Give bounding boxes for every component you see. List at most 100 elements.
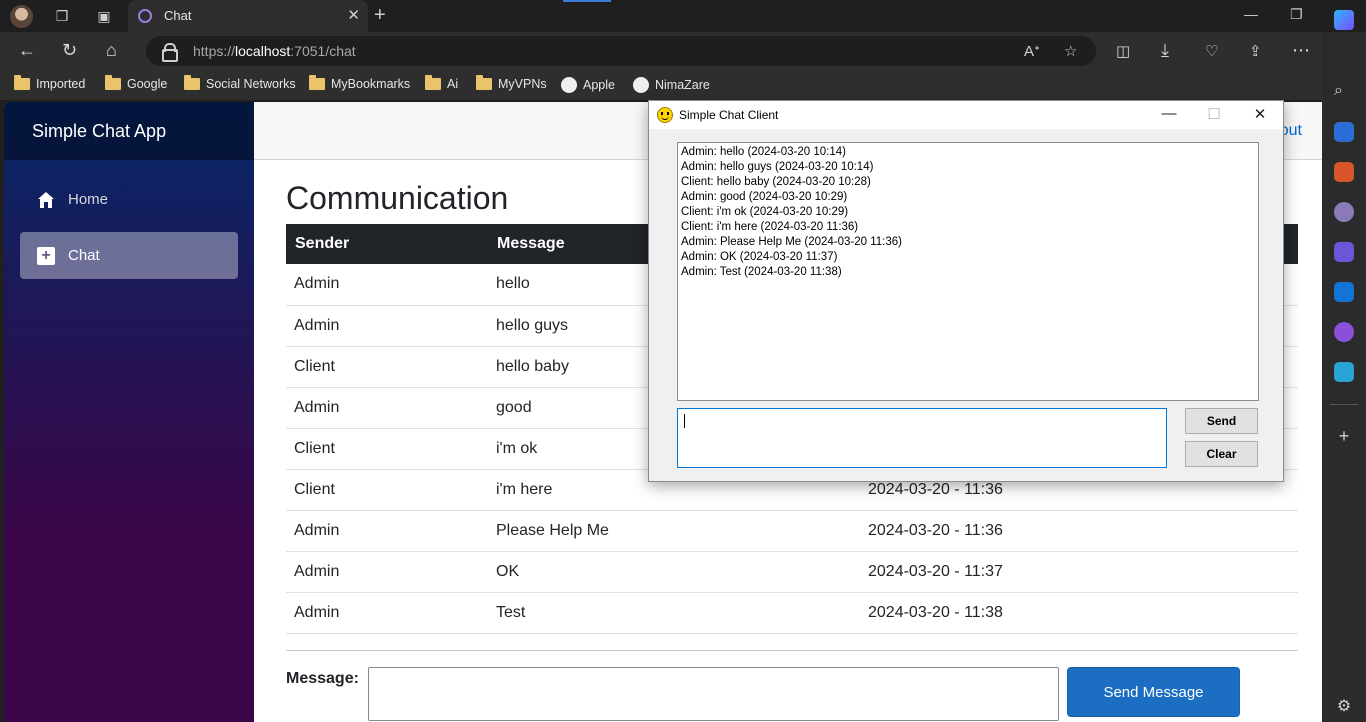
tab-chat[interactable]: Chat ✕ bbox=[128, 0, 368, 32]
clear-button[interactable]: Clear bbox=[1185, 441, 1258, 467]
dialog-titlebar[interactable]: Simple Chat Client — ☐ ✕ bbox=[649, 101, 1283, 129]
header-sender: Sender bbox=[286, 224, 488, 264]
share-icon[interactable]: ⇪ bbox=[1249, 42, 1262, 60]
list-item[interactable]: Client: i'm here (2024-03-20 11:36) bbox=[681, 220, 1255, 235]
cell-sender: Admin bbox=[286, 387, 488, 429]
cell-message: Please Help Me bbox=[488, 510, 860, 552]
dialog-maximize-icon: ☐ bbox=[1207, 106, 1221, 123]
read-aloud-icon[interactable]: Aᐩ bbox=[1024, 42, 1040, 60]
cell-sender: Admin bbox=[286, 264, 488, 306]
nav-item-chat[interactable]: + Chat bbox=[20, 232, 238, 279]
list-item[interactable]: Admin: Test (2024-03-20 11:38) bbox=[681, 265, 1255, 280]
send-button[interactable]: Send bbox=[1185, 408, 1258, 434]
list-item[interactable]: Admin: hello guys (2024-03-20 10:14) bbox=[681, 160, 1255, 175]
list-item[interactable]: Admin: OK (2024-03-20 11:37) bbox=[681, 250, 1255, 265]
bookmarks-bar: Imported Google Social Networks MyBookma… bbox=[0, 70, 1322, 100]
folder-icon bbox=[425, 75, 441, 90]
new-tab-icon[interactable]: + bbox=[374, 4, 386, 27]
dialog-minimize-icon[interactable]: — bbox=[1154, 105, 1184, 122]
tab-favicon-icon bbox=[138, 9, 152, 23]
cell-time: 2024-03-20 - 11:36 bbox=[860, 510, 1298, 552]
edge-sidebar: ⌕ + ⚙ bbox=[1322, 10, 1366, 722]
tab-close-icon[interactable]: ✕ bbox=[347, 6, 360, 24]
bookmark-nimazare[interactable]: NimaZare bbox=[633, 77, 710, 93]
dialog-close-icon[interactable]: ✕ bbox=[1245, 105, 1275, 123]
people-icon[interactable] bbox=[1334, 202, 1354, 222]
send-message-button[interactable]: Send Message bbox=[1067, 667, 1240, 717]
bookmark-imported[interactable]: Imported bbox=[14, 75, 85, 91]
lock-icon[interactable] bbox=[162, 43, 178, 62]
plus-icon: + bbox=[36, 246, 56, 266]
cell-sender: Admin bbox=[286, 551, 488, 593]
nav-item-home[interactable]: Home bbox=[20, 176, 238, 223]
favorite-star-icon[interactable]: ☆ bbox=[1064, 42, 1077, 60]
cell-sender: Admin bbox=[286, 305, 488, 347]
bookmark-google[interactable]: Google bbox=[105, 75, 167, 91]
restore-icon[interactable]: ❐ bbox=[1290, 6, 1303, 23]
cell-sender: Client bbox=[286, 469, 488, 511]
app-sidebar: Simple Chat App Home + Chat bbox=[4, 102, 254, 722]
add-sidebar-icon[interactable]: + bbox=[1334, 426, 1354, 446]
messages-listbox[interactable]: Admin: hello (2024-03-20 10:14) Admin: h… bbox=[677, 142, 1259, 401]
browser-tab-bar: ❒ ▣ Chat ✕ + — ❐ ✕ bbox=[0, 0, 1366, 32]
address-toolbar: ← ↻ ⌂ https://localhost:7051/chat Aᐩ ☆ ◫… bbox=[0, 32, 1322, 70]
games-icon[interactable] bbox=[1334, 242, 1354, 262]
list-item[interactable]: Client: i'm ok (2024-03-20 10:29) bbox=[681, 205, 1255, 220]
folder-icon bbox=[184, 75, 200, 90]
url-bar[interactable]: https://localhost:7051/chat Aᐩ ☆ bbox=[146, 36, 1096, 66]
downloads-icon[interactable]: ⤓ bbox=[1161, 40, 1169, 61]
cell-sender: Admin bbox=[286, 510, 488, 552]
bookmark-apple[interactable]: Apple bbox=[561, 77, 615, 93]
github-icon bbox=[633, 77, 649, 93]
app-brand[interactable]: Simple Chat App bbox=[32, 121, 166, 142]
chat-input-field[interactable] bbox=[677, 408, 1167, 468]
cell-sender: Admin bbox=[286, 592, 488, 634]
table-row: Admin Test 2024-03-20 - 11:38 bbox=[286, 592, 1298, 634]
more-menu-icon[interactable]: ⋯ bbox=[1292, 40, 1310, 61]
list-item[interactable]: Client: hello baby (2024-03-20 10:28) bbox=[681, 175, 1255, 190]
table-row: Admin OK 2024-03-20 - 11:37 bbox=[286, 551, 1298, 593]
bookmark-ai[interactable]: Ai bbox=[425, 75, 458, 91]
home-browser-icon[interactable]: ⌂ bbox=[106, 40, 117, 61]
designer-icon[interactable] bbox=[1334, 322, 1354, 342]
cell-message: Test bbox=[488, 592, 860, 634]
divider bbox=[286, 650, 1298, 651]
folder-icon bbox=[476, 75, 492, 90]
copilot-icon[interactable] bbox=[1334, 10, 1354, 30]
workspaces-icon[interactable]: ❒ bbox=[52, 6, 72, 26]
bookmark-myvpns[interactable]: MyVPNs bbox=[476, 75, 547, 91]
back-icon[interactable]: ← bbox=[18, 40, 36, 61]
cell-sender: Client bbox=[286, 428, 488, 470]
page-title: Communication bbox=[286, 180, 509, 216]
brand-bar: Simple Chat App bbox=[4, 102, 254, 160]
search-icon[interactable]: ⌕ bbox=[1334, 82, 1354, 102]
bookmark-mybookmarks[interactable]: MyBookmarks bbox=[309, 75, 410, 91]
drop-icon[interactable] bbox=[1334, 362, 1354, 382]
text-caret bbox=[684, 414, 685, 428]
smiley-icon bbox=[657, 107, 673, 123]
outlook-icon[interactable] bbox=[1334, 282, 1354, 302]
nav-item-label: Chat bbox=[68, 247, 100, 264]
settings-gear-icon[interactable]: ⚙ bbox=[1334, 696, 1354, 716]
tab-actions-icon[interactable]: ▣ bbox=[94, 6, 114, 26]
refresh-icon[interactable]: ↻ bbox=[62, 40, 77, 61]
split-screen-icon[interactable]: ◫ bbox=[1116, 42, 1130, 60]
message-textarea[interactable] bbox=[368, 667, 1059, 721]
folder-icon bbox=[14, 75, 30, 90]
nav-item-label: Home bbox=[68, 191, 109, 208]
url-text[interactable]: https://localhost:7051/chat bbox=[193, 43, 356, 59]
shopping-icon[interactable] bbox=[1334, 122, 1354, 142]
performance-icon[interactable]: ♡ bbox=[1205, 42, 1218, 60]
apple-icon bbox=[561, 77, 577, 93]
profile-avatar[interactable] bbox=[10, 5, 33, 28]
list-item[interactable]: Admin: hello (2024-03-20 10:14) bbox=[681, 145, 1255, 160]
sidebar-divider bbox=[1330, 404, 1358, 405]
cell-time: 2024-03-20 - 11:37 bbox=[860, 551, 1298, 593]
home-icon bbox=[36, 190, 56, 210]
list-item[interactable]: Admin: good (2024-03-20 10:29) bbox=[681, 190, 1255, 205]
tools-icon[interactable] bbox=[1334, 162, 1354, 182]
tab-accent-line bbox=[563, 0, 611, 2]
minimize-icon[interactable]: — bbox=[1244, 6, 1258, 22]
bookmark-social-networks[interactable]: Social Networks bbox=[184, 75, 296, 91]
list-item[interactable]: Admin: Please Help Me (2024-03-20 11:36) bbox=[681, 235, 1255, 250]
